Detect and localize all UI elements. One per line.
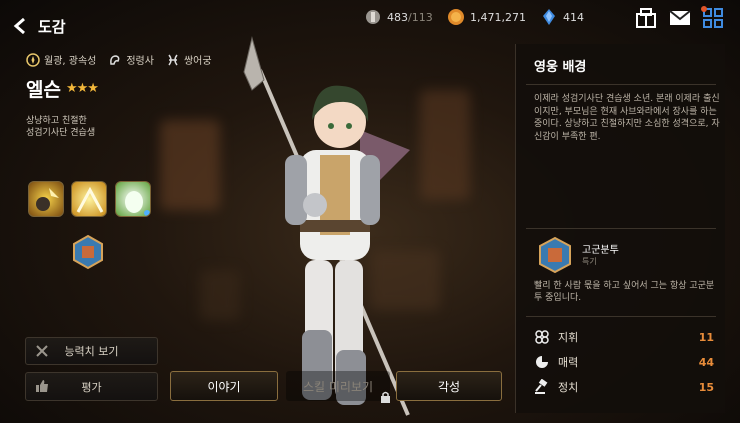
- charm-icon: [536, 356, 548, 368]
- stamina-max: /113: [408, 10, 433, 24]
- game-screen: 도감 483/113 1,471,271 414 월광, 광속성 정령사 쌍어궁…: [0, 0, 740, 423]
- back-arrow-icon: [13, 17, 25, 35]
- lock-icon: [381, 391, 390, 403]
- gem-counter: 414: [540, 8, 584, 26]
- stat-command: 지휘 11: [534, 328, 714, 346]
- constellation-label: 쌍어궁: [183, 56, 212, 67]
- trait-description: 빨리 한 사람 몫을 하고 싶어서 그는 항상 고군분투 중입니다.: [534, 281, 715, 303]
- constellation-attribute: 쌍어궁: [166, 52, 212, 67]
- stamina-value: 483: [387, 10, 408, 24]
- gem-value: 414: [563, 10, 584, 24]
- stat-charm: 매력 44: [534, 353, 714, 371]
- rune-emblem-icon[interactable]: [70, 234, 106, 270]
- guild-icon[interactable]: [634, 6, 658, 30]
- stat-value: 44: [698, 355, 714, 369]
- trait-name: 고군분투: [582, 245, 619, 256]
- rate-button[interactable]: 평가: [25, 372, 158, 401]
- stat-politics: 정치 15: [534, 378, 714, 396]
- skill-3-icon: [125, 191, 150, 216]
- hero-story-text: 이제라 성검기사단 견습생 소년. 본래 이제라 출신이지만, 부모님은 현재 …: [534, 94, 720, 142]
- trait-type: 특기: [582, 257, 597, 266]
- mail-icon[interactable]: [668, 6, 692, 30]
- thumbs-up-icon: [36, 380, 48, 392]
- skill-slot-1[interactable]: [28, 181, 64, 217]
- tab-awaken-label: 각성: [437, 379, 461, 394]
- element-attribute: 월광, 광속성: [26, 52, 96, 67]
- back-button[interactable]: [8, 14, 32, 38]
- tab-story-label: 이야기: [207, 379, 241, 394]
- menu-grid-icon[interactable]: [701, 6, 725, 30]
- tab-skill-preview[interactable]: 스킬 미리보기: [286, 371, 390, 401]
- description-line: 성검기사단 견습생: [26, 128, 96, 138]
- hero-name-row: 엘슨 ★★★: [26, 75, 99, 102]
- hero-description: 상냥하고 친절한 성검기사단 견습생: [26, 115, 146, 139]
- view-stats-button[interactable]: 능력치 보기: [25, 337, 158, 365]
- background-light: [160, 120, 220, 210]
- panel-title: 영웅 배경: [534, 60, 587, 75]
- stat-value: 15: [698, 380, 714, 394]
- tab-skill-preview-label: 스킬 미리보기: [302, 379, 374, 394]
- stat-label: 매력: [558, 356, 579, 369]
- pisces-icon: [168, 54, 178, 65]
- divider: [526, 228, 716, 229]
- crossed-swords-icon: [36, 345, 48, 357]
- hero-illustration: [243, 36, 410, 416]
- gem-icon: [543, 9, 555, 25]
- spirit-class-icon: [110, 54, 120, 65]
- skill-slot-3[interactable]: [115, 181, 151, 217]
- stat-value: 11: [698, 330, 714, 344]
- gold-coin-icon: [448, 9, 464, 25]
- command-icon: [535, 330, 549, 344]
- moonlight-element-icon: [26, 52, 40, 67]
- gold-value: 1,471,271: [470, 10, 526, 24]
- element-label: 월광, 광속성: [44, 56, 97, 67]
- hero-stars: ★★★: [65, 81, 99, 96]
- hero-attributes: 월광, 광속성 정령사 쌍어궁: [26, 52, 224, 67]
- stat-label: 지휘: [558, 331, 579, 344]
- hero-background-panel: 영웅 배경 이제라 성검기사단 견습생 소년. 본래 이제라 출신이지만, 부모…: [515, 44, 725, 413]
- stat-label: 정치: [558, 381, 579, 394]
- gavel-icon: [535, 379, 548, 394]
- stamina-counter: 483/113: [364, 8, 433, 26]
- skill-slot-2[interactable]: [71, 181, 107, 217]
- skill-2-icon: [76, 186, 104, 213]
- divider: [526, 84, 716, 85]
- page-title: 도감: [38, 17, 66, 36]
- tab-story[interactable]: 이야기: [170, 371, 278, 401]
- gold-counter: 1,471,271: [447, 8, 526, 26]
- class-attribute: 정령사: [108, 52, 154, 67]
- class-label: 정령사: [126, 56, 154, 67]
- skill-1-icon: [36, 188, 59, 211]
- divider: [526, 316, 716, 317]
- description-line: 상냥하고 친절한: [26, 116, 87, 126]
- hero-name: 엘슨: [26, 79, 61, 101]
- tab-awaken[interactable]: 각성: [396, 371, 502, 401]
- trait-emblem-icon: [539, 236, 571, 274]
- stamina-icon: [366, 10, 380, 24]
